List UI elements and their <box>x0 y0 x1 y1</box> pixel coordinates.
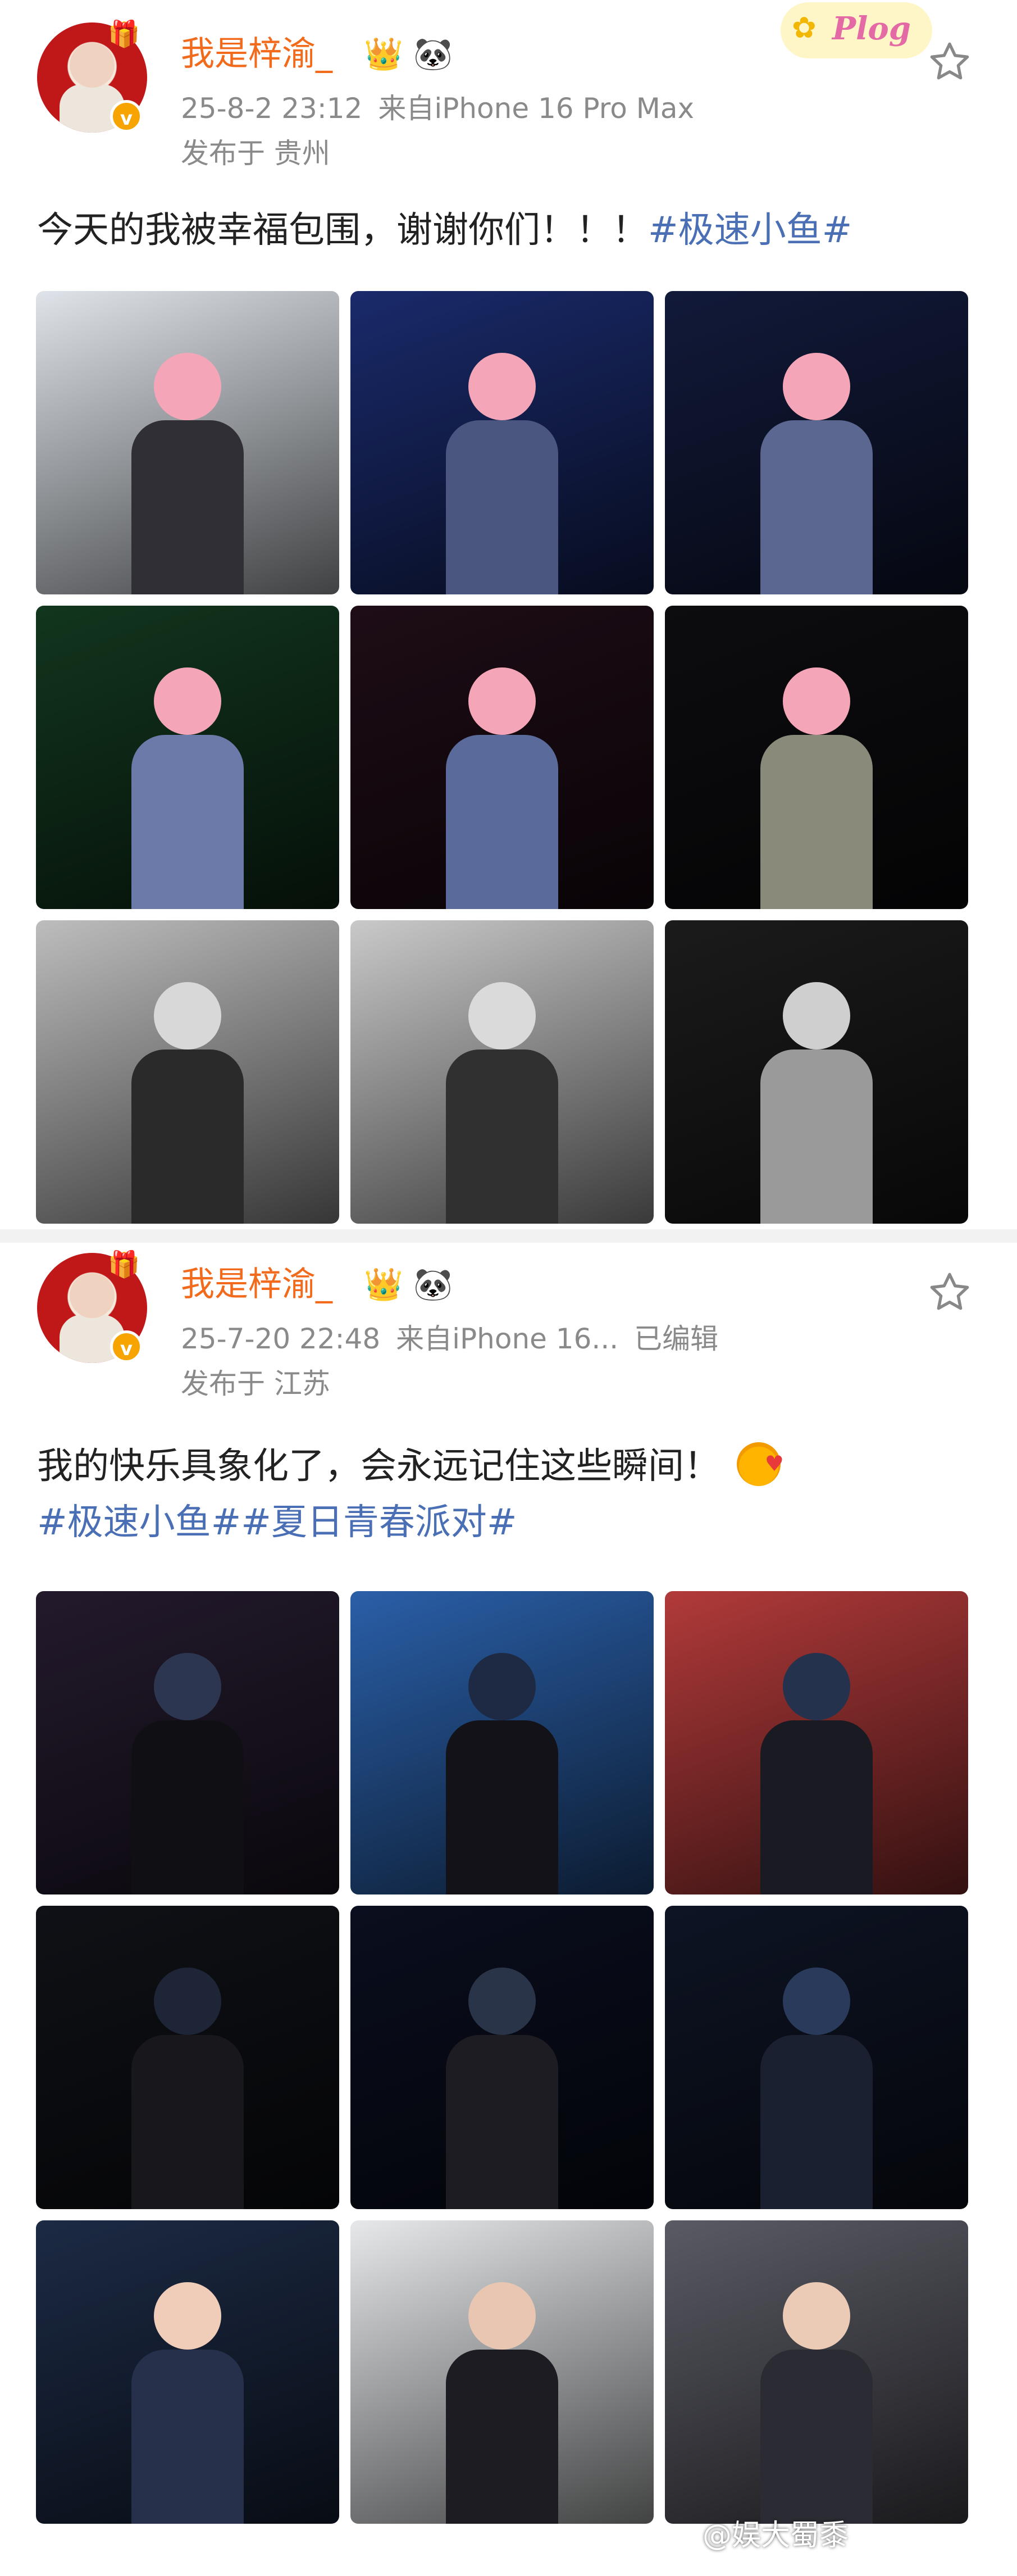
photo-figure <box>760 420 873 594</box>
photo-thumbnail[interactable] <box>350 291 654 594</box>
photo-figure <box>760 735 873 909</box>
photo-thumbnail[interactable] <box>36 1906 339 2209</box>
photo-figure <box>446 2035 558 2209</box>
post-body: 我的快乐具象化了，会永远记住这些瞬间！ <box>37 1446 720 1487</box>
weibo-post-2: 🎁 v 我是梓渝_ 👑 🐼 25-7-20 22:48 来自iPhone 16..… <box>0 1236 1017 2576</box>
photo-grid <box>36 1591 969 2535</box>
photo-figure-head <box>154 353 221 420</box>
photo-figure <box>446 2350 558 2524</box>
photo-figure <box>131 1050 244 1224</box>
photo-figure-head <box>783 982 850 1050</box>
photo-figure-head <box>154 667 221 735</box>
weibo-post-1: ✿ Plog 🎁 v 我是梓渝_ 👑 🐼 25-8-2 23:12 来自iPhon… <box>0 0 1017 1236</box>
avatar-decoration-icon: 🎁 <box>108 1249 140 1279</box>
photo-figure <box>760 1720 873 1894</box>
photo-thumbnail[interactable] <box>36 606 339 909</box>
photo-figure <box>131 2350 244 2524</box>
photo-figure <box>760 2035 873 2209</box>
flower-icon: ✿ <box>792 11 817 45</box>
post-location: 发布于 贵州 <box>181 137 330 170</box>
hashtag-link[interactable]: #极速小鱼# <box>648 210 852 251</box>
photo-thumbnail[interactable] <box>665 1906 968 2209</box>
photo-thumbnail[interactable] <box>665 920 968 1224</box>
panda-icon: 🐼 <box>413 36 453 72</box>
username[interactable]: 我是梓渝_ <box>181 31 332 76</box>
photo-figure-head <box>468 667 536 735</box>
photo-figure-head <box>468 1968 536 2035</box>
photo-thumbnail[interactable] <box>36 920 339 1224</box>
photo-thumbnail[interactable] <box>36 1591 339 1894</box>
photo-figure-head <box>468 2282 536 2350</box>
post-datetime: 25-8-2 23:12 <box>181 92 363 125</box>
crown-icon: 👑 <box>364 1266 403 1303</box>
photo-thumbnail[interactable] <box>665 291 968 594</box>
photo-figure <box>760 1050 873 1224</box>
watermark: @娱大蜀黍 <box>702 2519 849 2552</box>
photo-figure <box>446 1720 558 1894</box>
photo-figure-head <box>783 667 850 735</box>
photo-figure-head <box>154 2282 221 2350</box>
photo-figure-head <box>468 1653 536 1720</box>
post-meta: 25-8-2 23:12 来自iPhone 16 Pro Max <box>181 90 710 127</box>
photo-thumbnail[interactable] <box>665 1591 968 1894</box>
crown-icon: 👑 <box>364 36 403 72</box>
photo-figure-head <box>154 1968 221 2035</box>
photo-figure <box>131 420 244 594</box>
photo-figure <box>131 2035 244 2209</box>
photo-figure-head <box>154 982 221 1050</box>
verified-badge-icon: v <box>110 100 143 133</box>
photo-figure-head <box>154 1653 221 1720</box>
photo-figure-head <box>468 353 536 420</box>
verified-badge-icon: v <box>110 1330 143 1363</box>
photo-thumbnail[interactable] <box>350 1591 654 1894</box>
post-body: 今天的我被幸福包围，谢谢你们！！！ <box>37 210 648 251</box>
post-datetime: 25-7-20 22:48 <box>181 1323 381 1355</box>
photo-thumbnail[interactable] <box>350 920 654 1224</box>
photo-figure <box>446 420 558 594</box>
photo-figure-head <box>783 2282 850 2350</box>
star-icon[interactable] <box>927 39 972 84</box>
photo-figure-head <box>468 982 536 1050</box>
plog-badge-label: Plog <box>832 10 911 47</box>
post-source: 来自iPhone 16 Pro Max <box>378 92 695 125</box>
star-icon[interactable] <box>927 1270 972 1315</box>
post-source: 来自iPhone 16... <box>396 1323 619 1355</box>
photo-thumbnail[interactable] <box>36 291 339 594</box>
photo-figure <box>131 1720 244 1894</box>
username[interactable]: 我是梓渝_ <box>181 1262 332 1307</box>
plog-badge[interactable]: ✿ Plog <box>781 2 932 58</box>
photo-figure-head <box>783 353 850 420</box>
post-hashtags: #极速小鱼##夏日青春派对# <box>37 1494 517 1551</box>
panda-icon: 🐼 <box>413 1266 453 1303</box>
avatar-decoration-icon: 🎁 <box>108 19 140 49</box>
photo-figure <box>446 735 558 909</box>
photo-figure-head <box>783 1968 850 2035</box>
post-location: 发布于 江苏 <box>181 1367 330 1400</box>
post-text: 我的快乐具象化了，会永远记住这些瞬间！ <box>37 1435 784 1494</box>
photo-thumbnail[interactable] <box>350 1906 654 2209</box>
photo-figure <box>760 2350 873 2524</box>
photo-thumbnail[interactable] <box>350 606 654 909</box>
photo-thumbnail[interactable] <box>665 2220 968 2524</box>
blush-emoji-icon <box>737 1435 784 1492</box>
post-text: 今天的我被幸福包围，谢谢你们！！！#极速小鱼# <box>37 202 852 258</box>
photo-figure <box>131 735 244 909</box>
post-meta: 25-7-20 22:48 来自iPhone 16... 已编辑 <box>181 1320 734 1357</box>
photo-figure-head <box>783 1653 850 1720</box>
photo-figure <box>446 1050 558 1224</box>
edited-label: 已编辑 <box>634 1323 719 1355</box>
photo-thumbnail[interactable] <box>350 2220 654 2524</box>
hashtag-link[interactable]: #极速小鱼##夏日青春派对# <box>37 1502 517 1543</box>
photo-grid <box>36 291 969 1235</box>
photo-thumbnail[interactable] <box>36 2220 339 2524</box>
photo-thumbnail[interactable] <box>665 606 968 909</box>
